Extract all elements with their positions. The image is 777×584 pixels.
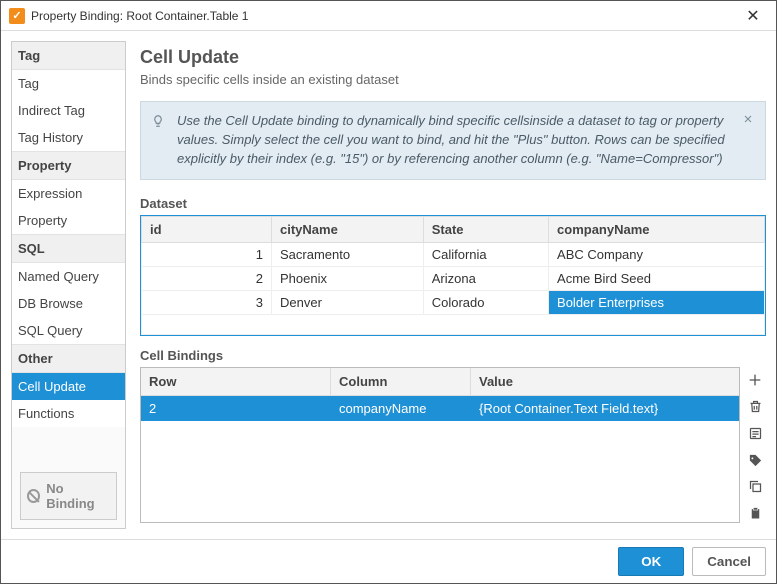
sidebar-group-property: Property — [12, 151, 125, 180]
bindings-cell-value[interactable]: {Root Container.Text Field.text} — [471, 396, 739, 421]
tip-box: Use the Cell Update binding to dynamical… — [140, 101, 766, 180]
sidebar-item-functions[interactable]: Functions — [12, 400, 125, 427]
dataset-table[interactable]: id cityName State companyName 1 Sacramen… — [141, 216, 765, 335]
sidebar-item-indirect-tag[interactable]: Indirect Tag — [12, 97, 125, 124]
lightbulb-icon — [151, 114, 165, 128]
sidebar-item-property[interactable]: Property — [12, 207, 125, 234]
dataset-row[interactable]: 3 Denver Colorado Bolder Enterprises — [142, 290, 765, 314]
cancel-button[interactable]: Cancel — [692, 547, 766, 576]
dataset-cell[interactable]: Sacramento — [272, 242, 424, 266]
bindings-col-value[interactable]: Value — [471, 368, 739, 395]
dataset-table-wrap: id cityName State companyName 1 Sacramen… — [140, 215, 766, 336]
no-binding-button[interactable]: No Binding — [20, 472, 117, 520]
dataset-cell[interactable]: Denver — [272, 290, 424, 314]
sidebar-item-named-query[interactable]: Named Query — [12, 263, 125, 290]
titlebar: ✓ Property Binding: Root Container.Table… — [1, 1, 776, 31]
page-title: Cell Update — [140, 47, 766, 68]
dataset-cell[interactable]: Acme Bird Seed — [549, 266, 765, 290]
sidebar-item-sql-query[interactable]: SQL Query — [12, 317, 125, 344]
sidebar-spacer — [12, 427, 125, 464]
dataset-cell[interactable]: Arizona — [423, 266, 548, 290]
sidebar-item-tag[interactable]: Tag — [12, 70, 125, 97]
bindings-empty-area — [141, 421, 739, 522]
dataset-cell[interactable]: California — [423, 242, 548, 266]
bindings-col-column[interactable]: Column — [331, 368, 471, 395]
tip-text-em: Cell Update — [225, 113, 293, 128]
bindings-label: Cell Bindings — [140, 348, 766, 363]
dataset-cell[interactable]: 1 — [142, 242, 272, 266]
dataset-label: Dataset — [140, 196, 766, 211]
tip-text-pre: Use the — [177, 113, 225, 128]
sidebar-group-other: Other — [12, 344, 125, 373]
dataset-row[interactable]: 1 Sacramento California ABC Company — [142, 242, 765, 266]
dataset-col-cityname[interactable]: cityName — [272, 216, 424, 242]
bindings-table[interactable]: Row Column Value 2 companyName {Root Con… — [140, 367, 740, 523]
no-binding-label: No Binding — [46, 481, 110, 511]
dialog-window: ✓ Property Binding: Root Container.Table… — [0, 0, 777, 584]
bindings-row[interactable]: 2 companyName {Root Container.Text Field… — [141, 396, 739, 421]
sidebar-item-expression[interactable]: Expression — [12, 180, 125, 207]
paste-button[interactable] — [745, 504, 765, 523]
dataset-row[interactable]: 2 Phoenix Arizona Acme Bird Seed — [142, 266, 765, 290]
dataset-cell[interactable]: Phoenix — [272, 266, 424, 290]
bindings-cell-row[interactable]: 2 — [141, 396, 331, 421]
dataset-cell[interactable]: ABC Company — [549, 242, 765, 266]
ok-button[interactable]: OK — [618, 547, 684, 576]
close-button[interactable]: ✕ — [738, 1, 768, 31]
dataset-col-id[interactable]: id — [142, 216, 272, 242]
dialog-footer: OK Cancel — [1, 539, 776, 583]
properties-button[interactable] — [745, 424, 765, 443]
app-icon: ✓ — [9, 8, 25, 24]
bindings-toolbar — [744, 367, 766, 523]
ban-icon — [27, 489, 40, 503]
page-subtitle: Binds specific cells inside an existing … — [140, 72, 766, 87]
add-binding-button[interactable] — [745, 371, 765, 390]
sidebar-item-db-browse[interactable]: DB Browse — [12, 290, 125, 317]
dataset-cell-selected[interactable]: Bolder Enterprises — [549, 290, 765, 314]
tip-close-button[interactable] — [739, 110, 757, 128]
dataset-cell[interactable]: 3 — [142, 290, 272, 314]
window-title: Property Binding: Root Container.Table 1 — [31, 9, 738, 23]
dialog-body: Tag Tag Indirect Tag Tag History Propert… — [1, 31, 776, 539]
sidebar-item-cell-update[interactable]: Cell Update — [12, 373, 125, 400]
dataset-row-empty — [142, 314, 765, 334]
dataset-col-state[interactable]: State — [423, 216, 548, 242]
bindings-wrap: Row Column Value 2 companyName {Root Con… — [140, 367, 766, 523]
delete-binding-button[interactable] — [745, 397, 765, 416]
sidebar-group-tag: Tag — [12, 42, 125, 70]
tag-button[interactable] — [745, 451, 765, 470]
sidebar-item-tag-history[interactable]: Tag History — [12, 124, 125, 151]
sidebar: Tag Tag Indirect Tag Tag History Propert… — [11, 41, 126, 529]
bindings-cell-column[interactable]: companyName — [331, 396, 471, 421]
main-panel: Cell Update Binds specific cells inside … — [140, 41, 766, 529]
copy-button[interactable] — [745, 478, 765, 497]
sidebar-group-sql: SQL — [12, 234, 125, 263]
bindings-header: Row Column Value — [141, 368, 739, 396]
dataset-col-companyname[interactable]: companyName — [549, 216, 765, 242]
dataset-cell[interactable]: Colorado — [423, 290, 548, 314]
dataset-cell[interactable]: 2 — [142, 266, 272, 290]
bindings-col-row[interactable]: Row — [141, 368, 331, 395]
